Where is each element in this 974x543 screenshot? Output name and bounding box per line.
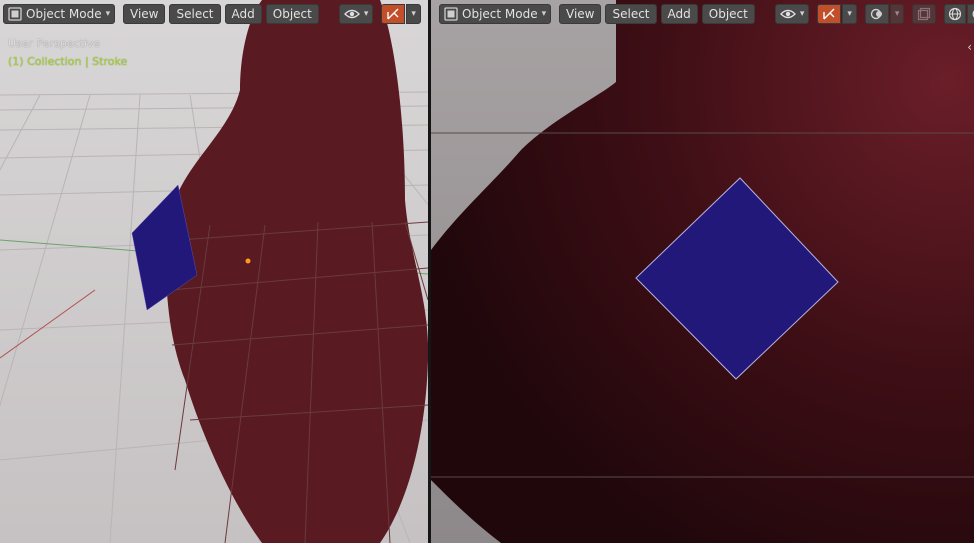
eye-icon xyxy=(343,6,360,22)
chevron-down-icon: ▾ xyxy=(411,9,416,19)
mode-selector-left[interactable]: Object Mode ▾ xyxy=(3,4,115,24)
chevron-down-icon: ▾ xyxy=(799,9,805,19)
mode-selector-right[interactable]: Object Mode ▾ xyxy=(439,4,551,24)
chevron-down-icon: ▾ xyxy=(363,9,369,19)
viewport-title: User Perspective xyxy=(8,37,101,50)
menu-add-left[interactable]: Add xyxy=(224,4,262,24)
gizmo-icon xyxy=(821,6,837,22)
overlay-toggle-right[interactable] xyxy=(864,4,889,24)
chevron-down-icon: ▾ xyxy=(105,9,111,19)
xray-icon xyxy=(916,6,932,22)
menu-select-right[interactable]: Select xyxy=(605,4,657,24)
gizmo-dropdown-right[interactable]: ▾ xyxy=(842,4,857,24)
shading-solid-button[interactable] xyxy=(967,4,974,24)
mode-label-left: Object Mode xyxy=(26,7,102,21)
viewport-editor-icon xyxy=(444,6,458,22)
overlay-dropdown-right[interactable]: ▾ xyxy=(889,4,905,24)
menu-view-left[interactable]: View xyxy=(123,4,166,24)
viewport-scene-left[interactable] xyxy=(0,0,428,543)
collection-label: (1) Collection | Stroke xyxy=(8,55,128,68)
viewport-scene-right[interactable] xyxy=(431,0,974,543)
gizmo-toggle-left[interactable] xyxy=(381,4,406,24)
chevron-down-icon: ▾ xyxy=(541,9,547,19)
chevron-down-icon: ▾ xyxy=(847,9,852,19)
mode-label-right: Object Mode xyxy=(462,7,538,21)
shading-wireframe-button[interactable] xyxy=(944,4,967,24)
visibility-dropdown-right[interactable]: ▾ xyxy=(774,4,810,24)
eye-icon xyxy=(779,6,796,22)
header-right: Object Mode ▾ View Select Add Object ▾ ▾ xyxy=(431,3,974,25)
menu-object-left[interactable]: Object xyxy=(265,4,319,24)
gizmo-toggle-right[interactable] xyxy=(817,4,842,24)
overlay-icon xyxy=(869,6,885,22)
menu-add-right[interactable]: Add xyxy=(660,4,698,24)
menu-object-right[interactable]: Object xyxy=(701,4,755,24)
object-origin xyxy=(245,258,251,264)
viewport-left[interactable]: Object Mode ▾ View Select Add Object ▾ ▾ xyxy=(0,0,428,543)
header-left: Object Mode ▾ View Select Add Object ▾ ▾ xyxy=(0,3,428,25)
viewport-editor-icon xyxy=(8,6,22,22)
gizmo-icon xyxy=(385,6,401,22)
menu-select-left[interactable]: Select xyxy=(169,4,221,24)
xray-toggle-right[interactable] xyxy=(912,4,937,24)
wireframe-shading-icon xyxy=(947,6,963,22)
viewport-right[interactable]: Object Mode ▾ View Select Add Object ▾ ▾ xyxy=(431,0,974,543)
chevron-down-icon: ▾ xyxy=(894,9,900,19)
visibility-dropdown-left[interactable]: ▾ xyxy=(338,4,374,24)
gizmo-dropdown-left[interactable]: ▾ xyxy=(406,4,421,24)
chevron-left-icon[interactable]: ‹ xyxy=(967,40,972,54)
solid-shading-icon xyxy=(970,6,974,22)
menu-view-right[interactable]: View xyxy=(559,4,602,24)
